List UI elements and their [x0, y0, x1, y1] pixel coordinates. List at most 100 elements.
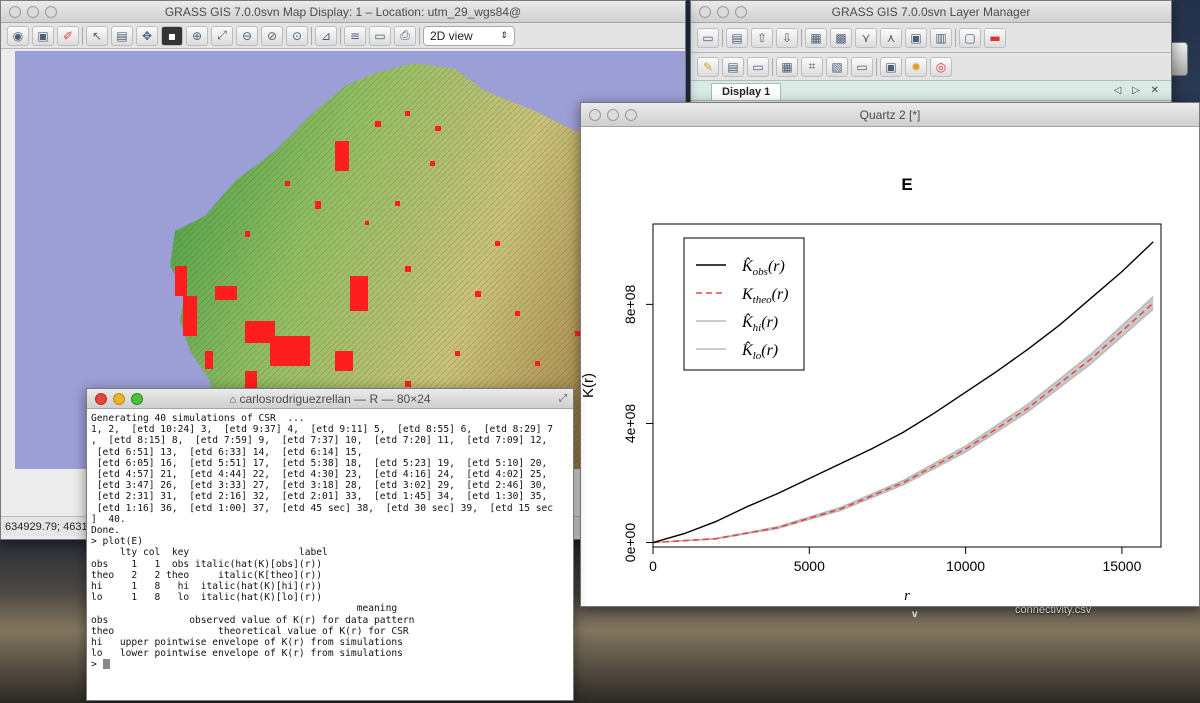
terminal-line: [etd 4:57] 21, [etd 4:44] 22, [etd 4:30]… — [91, 469, 548, 481]
pan-icon[interactable]: ✥ — [136, 25, 158, 46]
y-tick-label: 4e+08 — [622, 404, 638, 444]
terminal-line: obs 1 1 obs italic(hat(K)[obs](r)) — [91, 558, 323, 570]
analyze-icon[interactable]: ⊿ — [315, 25, 337, 46]
y-axis-label: K(r) — [581, 373, 597, 398]
zoom-extent-icon[interactable]: ⤢ — [211, 25, 233, 46]
zoom-icon[interactable] — [45, 6, 57, 18]
compose-icon[interactable]: ▧ — [826, 56, 848, 77]
zoom-menu-icon[interactable]: ⊙ — [286, 25, 308, 46]
terminal-line: hi 1 8 hi italic(hat(K)[hi](r)) — [91, 581, 323, 593]
edit-icon[interactable]: ✎ — [697, 56, 719, 77]
minimize-icon[interactable] — [113, 393, 125, 405]
remove-layer-icon[interactable]: ▢ — [959, 27, 981, 48]
zoom-box-icon[interactable]: ▪ — [161, 25, 183, 46]
map-display-titlebar[interactable]: GRASS GIS 7.0.0svn Map Display: 1 – Loca… — [1, 1, 685, 23]
display-map-icon[interactable]: ◉ — [7, 25, 29, 46]
overlay-icon[interactable]: ≡ — [344, 25, 366, 46]
layer-manager-title: GRASS GIS 7.0.0svn Layer Manager — [831, 5, 1031, 19]
y-tick-label: 0e+00 — [622, 523, 638, 563]
zoom-icon[interactable] — [735, 6, 747, 18]
x-tick-label: 5000 — [794, 558, 825, 574]
map-display-toolbar: ◉ ▣ ✐ ↖ ▤ ✥ ▪ ⊕ ⤢ ⊖ ⊘ ⊙ ⊿ ≡ ▭ ⎙ 2D view … — [1, 23, 685, 49]
desktop-v-label: v — [912, 609, 918, 620]
zoom-icon[interactable] — [131, 393, 143, 405]
print-icon[interactable]: ⎙ — [394, 25, 416, 46]
layer-manager-toolbar-1: ▭ ▤ ⇧ ⇩ ▦ ▩ ⋎ ⋏ ▣ ▥ ▢ ▬ — [691, 23, 1171, 53]
add-group-icon[interactable]: ▥ — [930, 27, 952, 48]
new-display-icon[interactable]: ▭ — [697, 27, 719, 48]
settings-icon[interactable]: ✹ — [905, 56, 927, 77]
quartz-window: Quartz 2 [*] E 0 5000 10000 15000 0e+00 4e+08 8… — [580, 102, 1200, 607]
save-image-icon[interactable]: ▭ — [369, 25, 391, 46]
zoom-back-icon[interactable]: ⊘ — [261, 25, 283, 46]
view-mode-value: 2D view — [430, 28, 473, 43]
terminal-line: [etd 2:31] 31, [etd 2:16] 32, [etd 2:01]… — [91, 491, 548, 503]
terminal-cursor — [102, 659, 110, 670]
delete-layer-icon[interactable]: ▬ — [984, 27, 1006, 48]
y-tick-label: 8e+08 — [622, 285, 638, 325]
terminal-output[interactable]: Generating 40 simulations of CSR ... 1, 2… — [87, 409, 573, 700]
close-icon[interactable] — [9, 6, 21, 18]
terminal-line: [etd 3:47] 26, [etd 3:33] 27, [etd 3:18]… — [91, 480, 548, 492]
terminal-title: carlosrodriguezrellan — R — 80×24 — [239, 392, 431, 406]
minimize-icon[interactable] — [607, 109, 619, 121]
zoom-icon[interactable] — [625, 109, 637, 121]
terminal-line: lty col key label — [91, 547, 328, 559]
workspace-new-icon[interactable]: ▤ — [726, 27, 748, 48]
workspace-open-icon[interactable]: ⇧ — [751, 27, 773, 48]
layer-manager-tabstrip: Display 1 ◁ ▷ ✕ — [691, 81, 1171, 101]
help-icon[interactable]: ◎ — [930, 56, 952, 77]
select-arrows-icon: ⇕ — [500, 30, 508, 40]
terminal-line: ] 40. — [91, 513, 126, 525]
terminal-line: theo 2 2 theo italic(K[theo](r)) — [91, 569, 323, 581]
terminal-window: ⌂ carlosrodriguezrellan — R — 80×24 ⤢ Ge… — [86, 388, 574, 701]
close-icon[interactable] — [589, 109, 601, 121]
terminal-line: [etd 6:05] 16, [etd 5:51] 17, [etd 5:38]… — [91, 457, 548, 469]
add-multiple-raster-icon[interactable]: ▩ — [830, 27, 852, 48]
k-function-chart: E0 5000 10000 150000e+004e+088e+08rK(r)K̂ob… — [581, 175, 1162, 604]
add-overlay-icon[interactable]: ▣ — [905, 27, 927, 48]
add-vector-icon[interactable]: ⋎ — [855, 27, 877, 48]
x-tick-label: 0 — [649, 558, 657, 574]
workspace-save-icon[interactable]: ⇩ — [776, 27, 798, 48]
minimize-icon[interactable] — [717, 6, 729, 18]
terminal-line: [etd 6:51] 13, [etd 6:33] 14, [etd 6:14]… — [91, 446, 363, 458]
print-icon[interactable]: ▭ — [851, 56, 873, 77]
terminal-line: lo 1 8 lo italic(hat(K)[lo](r)) — [91, 592, 323, 604]
graphical-modeler-icon[interactable]: ⌗ — [801, 56, 823, 77]
close-icon[interactable] — [699, 6, 711, 18]
terminal-titlebar[interactable]: ⌂ carlosrodriguezrellan — R — 80×24 ⤢ — [87, 389, 573, 409]
terminal-line: theo theoretical value of K(r) for CSR — [91, 625, 409, 637]
x-axis-label: r — [904, 588, 910, 604]
terminal-line: 1, 2, [etd 10:24] 3, [etd 9:37] 4, [etd … — [91, 424, 554, 436]
zoom-out-icon[interactable]: ⊖ — [236, 25, 258, 46]
terminal-line: Done. — [91, 525, 120, 537]
script-icon[interactable]: ▣ — [880, 56, 902, 77]
x-tick-label: 10000 — [946, 558, 985, 574]
x-tick-label: 15000 — [1102, 558, 1141, 574]
attribute-table-icon[interactable]: ▤ — [722, 56, 744, 77]
minimize-icon[interactable] — [27, 6, 39, 18]
query-icon[interactable]: ▤ — [111, 25, 133, 46]
close-icon[interactable] — [95, 393, 107, 405]
cmd-icon[interactable]: ▭ — [747, 56, 769, 77]
georectify-icon[interactable]: ▦ — [776, 56, 798, 77]
fullscreen-icon[interactable]: ⤢ — [559, 389, 567, 409]
terminal-line: Generating 40 simulations of CSR ... — [91, 413, 305, 424]
terminal-line: lo lower pointwise envelope of K(r) from… — [91, 648, 403, 660]
layer-manager-toolbar-2: ✎ ▤ ▭ ▦ ⌗ ▧ ▭ ▣ ✹ ◎ — [691, 53, 1171, 81]
terminal-line: , [etd 8:15] 8, [etd 7:59] 9, [etd 7:37]… — [91, 435, 548, 447]
quartz-title: Quartz 2 [*] — [859, 108, 921, 122]
tab-controls[interactable]: ◁ ▷ ✕ — [1114, 85, 1163, 96]
render-map-icon[interactable]: ▣ — [32, 25, 54, 46]
add-raster-icon[interactable]: ▦ — [805, 27, 827, 48]
zoom-in-icon[interactable]: ⊕ — [186, 25, 208, 46]
tab-display-1[interactable]: Display 1 — [711, 83, 782, 100]
view-mode-select[interactable]: 2D view ⇕ — [423, 25, 515, 46]
erase-icon[interactable]: ✐ — [57, 25, 79, 46]
map-display-title: GRASS GIS 7.0.0svn Map Display: 1 – Loca… — [164, 5, 522, 19]
pointer-icon[interactable]: ↖ — [86, 25, 108, 46]
quartz-titlebar[interactable]: Quartz 2 [*] — [581, 103, 1199, 127]
add-multiple-vector-icon[interactable]: ⋏ — [880, 27, 902, 48]
layer-manager-titlebar[interactable]: GRASS GIS 7.0.0svn Layer Manager — [691, 1, 1171, 23]
